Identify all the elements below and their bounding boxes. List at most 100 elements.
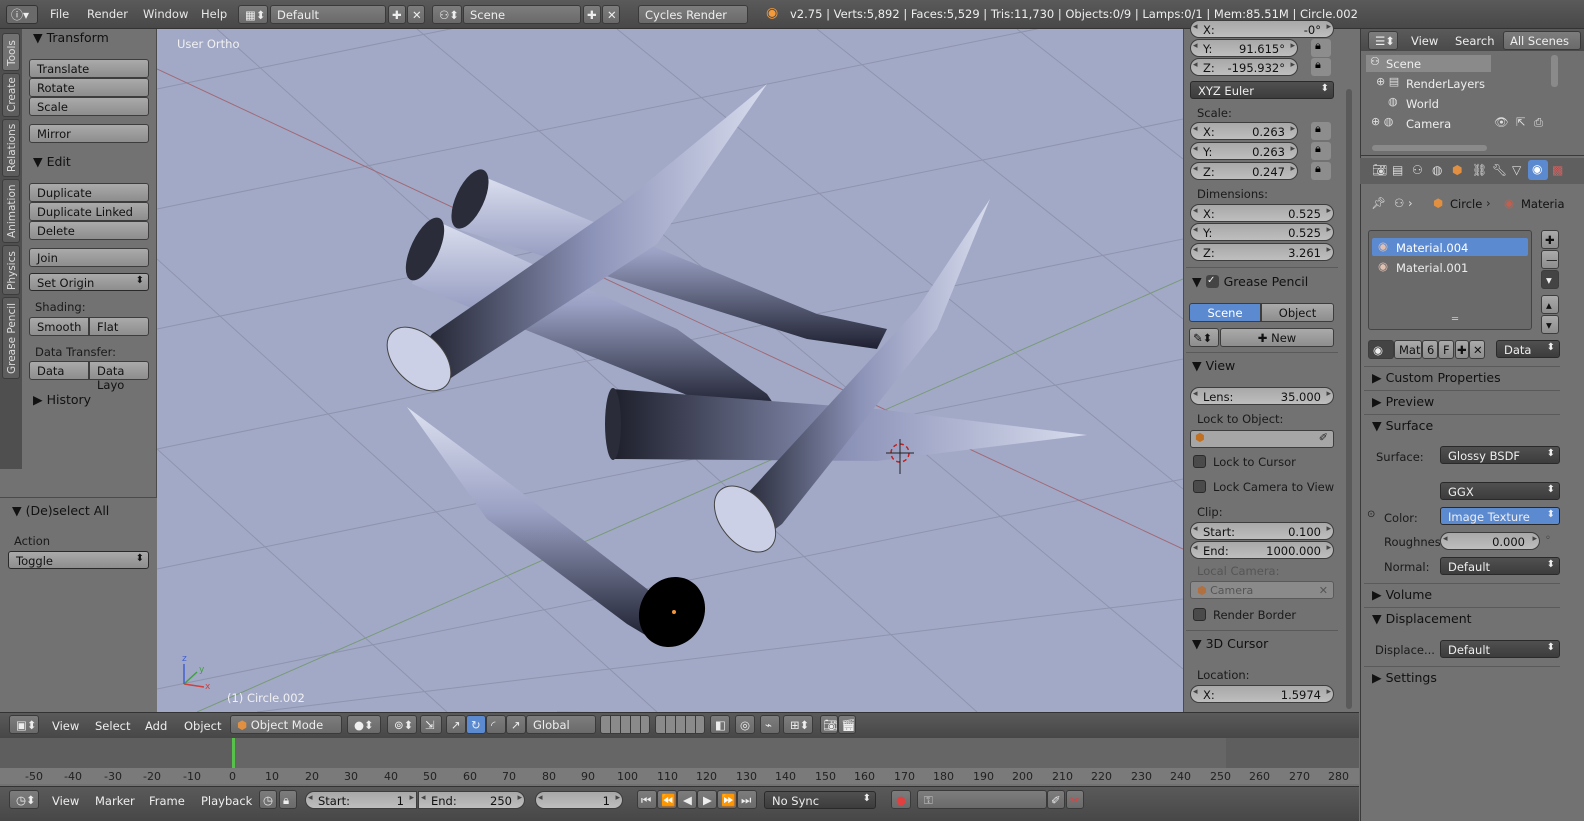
add-slot-button[interactable]: ✚	[1541, 230, 1559, 249]
play-icon[interactable]: ▶	[697, 790, 717, 809]
clip-start-field[interactable]: Start:0.100	[1190, 522, 1334, 540]
screen-layout-icon[interactable]: ▦⬍	[238, 5, 268, 24]
duplicate-linked-button[interactable]: Duplicate Linked	[29, 202, 149, 221]
mode-select[interactable]: ⬢ Object Mode	[230, 715, 342, 734]
shading-mode-icon[interactable]: ●⬍	[347, 715, 381, 734]
tab-animation[interactable]: Animation	[2, 179, 20, 243]
lock-range-icon[interactable]: 🔒︎	[279, 790, 297, 809]
jump-end-icon[interactable]: ⏭	[737, 790, 757, 809]
scale-manipulator-icon[interactable]: ◜	[486, 715, 506, 734]
tab-create[interactable]: Create	[2, 73, 20, 117]
add-scene-icon[interactable]: ✚	[583, 5, 601, 24]
outliner-view-menu[interactable]: View	[1411, 34, 1438, 48]
displacement-select[interactable]: Default	[1440, 640, 1560, 658]
scene-icon[interactable]: ⚇⬍	[432, 5, 462, 24]
timeline-area[interactable]	[0, 738, 1359, 784]
scale-x-field[interactable]: X:0.263	[1190, 122, 1298, 140]
rotation-x-field[interactable]: X:-0°	[1190, 20, 1334, 38]
data-layout-button[interactable]: Data Layo	[89, 361, 149, 392]
settings-header[interactable]: ▶ Settings	[1372, 670, 1437, 685]
render-tab-icon[interactable]: 📷︎	[1372, 163, 1387, 177]
lock-scale-y-icon[interactable]: 🔒︎	[1311, 142, 1331, 160]
scene-select[interactable]: Scene	[463, 5, 581, 24]
custom-properties-header[interactable]: ▶ Custom Properties	[1372, 370, 1501, 385]
roughness-link-icon[interactable]: ◦	[1545, 533, 1551, 544]
roughness-field[interactable]: 0.000	[1440, 532, 1540, 550]
smooth-button[interactable]: Smooth	[29, 317, 89, 336]
outliner-scrollbar[interactable]	[1551, 55, 1558, 87]
timeline-playhead[interactable]	[232, 738, 235, 770]
add-layout-icon[interactable]: ✚	[388, 5, 406, 24]
panel-scrollbar[interactable]	[1346, 89, 1352, 709]
remove-layout-icon[interactable]: ✕	[407, 5, 425, 24]
timeline-marker-menu[interactable]: Marker	[95, 794, 135, 808]
outliner-display-select[interactable]: All Scenes	[1503, 31, 1581, 50]
lens-field[interactable]: Lens:35.000	[1190, 387, 1334, 405]
tab-physics[interactable]: Physics	[2, 245, 20, 295]
select-cursor-icon[interactable]: ⇱	[1516, 115, 1526, 129]
opengl-anim-icon[interactable]: 🎬︎	[838, 715, 856, 734]
set-origin-select[interactable]: Set Origin	[29, 273, 149, 291]
dimension-z-field[interactable]: Z:3.261	[1190, 243, 1334, 261]
outliner-hscrollbar[interactable]	[1372, 145, 1487, 151]
screen-layout-select[interactable]: Default	[270, 5, 386, 24]
start-frame-field[interactable]: Start:1	[305, 791, 417, 809]
texture-tab-icon[interactable]: ▩	[1552, 163, 1563, 177]
distribution-select[interactable]: GGX	[1440, 482, 1560, 500]
deselect-all-header[interactable]: ▼ (De)select All	[12, 503, 109, 518]
snap-toggle-icon[interactable]: ⌁	[760, 715, 780, 734]
proportional-edit-icon[interactable]: ◎	[735, 715, 755, 734]
dimension-y-field[interactable]: Y:0.525	[1190, 223, 1334, 241]
material-tab-icon[interactable]: ◉	[1528, 160, 1548, 180]
data-tab-icon[interactable]: ▽	[1512, 163, 1521, 177]
lock-camera-checkbox[interactable]	[1193, 480, 1206, 493]
rotation-y-field[interactable]: Y:91.615°	[1190, 39, 1298, 57]
menu-help[interactable]: Help	[201, 7, 227, 21]
info-editor-icon[interactable]: ⓘ▾	[6, 5, 38, 24]
mirror-button[interactable]: Mirror	[29, 124, 149, 143]
material-users-count[interactable]: 6	[1422, 340, 1438, 359]
layers-grid-1[interactable]	[600, 715, 650, 734]
render-border-checkbox[interactable]	[1193, 608, 1206, 621]
insert-keyframe-icon[interactable]: ✐	[1047, 790, 1065, 809]
color-input-select[interactable]: Image Texture	[1440, 507, 1560, 525]
constraints-tab-icon[interactable]: ⛓︎	[1472, 163, 1487, 177]
jump-keyframe-back-icon[interactable]: ⏪	[657, 790, 677, 809]
gp-scene-button[interactable]: Scene	[1189, 303, 1261, 322]
scale-button[interactable]: Scale	[29, 97, 149, 116]
outliner-item-scene[interactable]: Scene	[1386, 57, 1421, 71]
outliner-search-menu[interactable]: Search	[1455, 34, 1495, 48]
delete-keyframe-icon[interactable]: ✂	[1066, 790, 1084, 809]
scale-z-field[interactable]: Z:0.247	[1190, 162, 1298, 180]
snap-element-icon[interactable]: ⊞⬍	[783, 715, 813, 734]
unlink-material-button[interactable]: ✕	[1469, 340, 1485, 359]
layers-tab-icon[interactable]: ▤	[1392, 163, 1403, 177]
pivot-point-icon[interactable]: ⊚⬍	[387, 715, 417, 734]
current-frame-field[interactable]: 1	[535, 791, 623, 809]
outliner-editor-icon[interactable]: ☰⬍	[1368, 31, 1398, 50]
object-menu[interactable]: Object	[184, 719, 221, 733]
material-slot-1[interactable]: Material.004	[1396, 241, 1468, 255]
outliner-row-scene[interactable]	[1366, 55, 1491, 72]
jump-start-icon[interactable]: ⏮	[637, 790, 657, 809]
color-link-icon[interactable]: ⊙	[1367, 509, 1375, 520]
3d-viewport[interactable]: x y z User Ortho (1) Circle.002	[157, 29, 1183, 712]
render-engine-select[interactable]: Cycles Render	[638, 5, 748, 24]
remove-scene-icon[interactable]: ✕	[602, 5, 620, 24]
view-menu[interactable]: View	[52, 719, 79, 733]
clip-end-field[interactable]: End:1000.000	[1190, 541, 1334, 559]
select-menu[interactable]: Select	[95, 719, 130, 733]
object-tab-icon[interactable]: ⬢	[1452, 163, 1462, 177]
fake-user-button[interactable]: F	[1438, 340, 1454, 359]
gp-new-button[interactable]: ✚ New	[1220, 328, 1334, 347]
opengl-render-icon[interactable]: 📷︎	[820, 715, 838, 734]
lock-to-cursor-checkbox[interactable]	[1193, 455, 1206, 468]
outliner-item-renderlayers[interactable]: RenderLayers	[1406, 77, 1485, 91]
gp-datablock-icon[interactable]: ✎⬍	[1189, 328, 1219, 347]
action-select[interactable]: Toggle	[8, 551, 149, 569]
pin-icon[interactable]: 📌︎	[1371, 196, 1386, 210]
tab-relations[interactable]: Relations	[2, 119, 20, 177]
slot-move-up-button[interactable]: ▴	[1541, 295, 1559, 314]
menu-render[interactable]: Render	[87, 7, 128, 21]
preview-range-icon[interactable]: ◷	[259, 790, 277, 809]
